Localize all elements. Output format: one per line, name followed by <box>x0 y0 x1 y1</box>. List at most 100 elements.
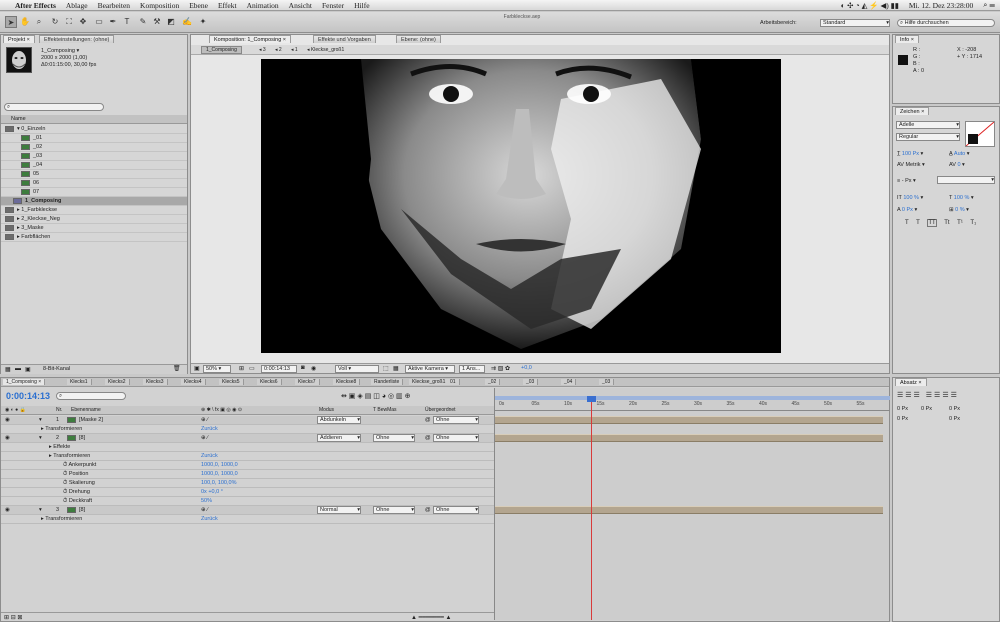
transparency-grid-icon[interactable]: ▦ <box>393 365 399 372</box>
grid-icon[interactable]: ⊞ <box>239 365 244 372</box>
vertical-scale-field[interactable]: IT 100 % ▾ <box>897 195 923 201</box>
layer-name[interactable]: [8] <box>79 435 85 441</box>
timeline-current-time[interactable]: 0:00:14:13 <box>6 391 50 401</box>
tab-absatz[interactable]: Absatz × <box>895 378 927 386</box>
property-row[interactable]: ▸ Transformieren Zurück <box>1 425 494 434</box>
menu-effekt[interactable]: Effekt <box>213 1 242 10</box>
tab-ebene[interactable]: Ebene: (ohne) <box>396 35 441 43</box>
breadcrumb-item[interactable]: ◂ Kleckse_groß1 <box>307 47 344 53</box>
current-time-indicator[interactable] <box>591 396 592 620</box>
property-row[interactable]: ⏱ Skalierung 100,0, 100,0% <box>1 479 494 488</box>
eraser-tool-icon[interactable]: ◩ <box>165 16 177 28</box>
pan-behind-tool-icon[interactable]: ✥ <box>77 16 89 28</box>
bpc-button[interactable]: 8-Bit-Kanal <box>43 366 70 372</box>
views-select[interactable]: 1 Ans... <box>459 365 485 373</box>
spotlight-icon[interactable]: ⌕ ☰ <box>978 0 1000 10</box>
tab-effect-controls[interactable]: Effekteinstellungen: (ohne) <box>39 35 115 43</box>
toggle-switches-icon[interactable]: ⊞ ⊟ ⊠ <box>4 614 22 621</box>
property-value[interactable]: 0x +0,0 ° <box>201 488 223 497</box>
project-item[interactable]: 06 <box>1 179 187 188</box>
comp-viewer-image[interactable] <box>261 59 781 353</box>
col-layer-name[interactable]: Ebenenname <box>71 406 101 415</box>
stamp-tool-icon[interactable]: ⚒ <box>151 16 163 28</box>
resolution-select[interactable]: Voll ▾ <box>335 365 379 373</box>
tab-effekte-vorgaben[interactable]: Effekte und Vorgaben <box>313 35 376 43</box>
tab-zeichen[interactable]: Zeichen × <box>895 107 930 115</box>
col-parent[interactable]: Übergeordnet <box>425 406 456 415</box>
rect-tool-icon[interactable]: ▭ <box>93 16 105 28</box>
exposure-value[interactable]: +0,0 <box>521 365 532 371</box>
menu-ablage[interactable]: Ablage <box>61 1 93 10</box>
parent-pickwhip-icon[interactable]: @ <box>425 434 431 443</box>
indent-left[interactable]: 0 Px <box>897 406 908 412</box>
new-comp-icon[interactable]: ▣ <box>25 366 31 373</box>
interpret-icon[interactable]: ▦ <box>5 366 11 373</box>
kerning-field[interactable]: AV Metrik ▾ <box>897 162 925 168</box>
stroke-width-field[interactable]: ≡ - Px ▾ <box>897 178 916 184</box>
font-family-select[interactable]: Adelle ▾ <box>896 121 960 129</box>
tsume-field[interactable]: ⊞ 0 % ▾ <box>949 207 969 213</box>
project-item[interactable]: _02 <box>1 143 187 152</box>
camera-select[interactable]: Aktive Kamera ▾ <box>405 365 455 373</box>
timeline-tab[interactable]: Randerliste <box>371 379 404 385</box>
roi-icon[interactable]: ⬚ <box>383 365 389 372</box>
trash-icon[interactable]: 🗑 <box>173 365 181 372</box>
tracking-field[interactable]: AV 0 ▾ <box>949 162 965 168</box>
layer-row[interactable]: ◉ ▾ 1 [Maske 2] ⊕ ∕ Abdunkeln ▾ @ Ohne ▾ <box>1 416 494 425</box>
rotate-tool-icon[interactable]: ↻ <box>49 16 61 28</box>
align-buttons[interactable]: ☰☰☰ ☰☰☰☰ <box>897 391 959 399</box>
brush-tool-icon[interactable]: ✎ <box>137 16 149 28</box>
project-item[interactable]: ▸ Farbflächen <box>1 233 187 242</box>
property-value[interactable]: Zurück <box>201 425 218 434</box>
breadcrumb-item[interactable]: ◂ 2 <box>275 47 282 53</box>
layer-name[interactable]: [Maske 2] <box>79 417 103 423</box>
timeline-search-input[interactable]: ⌕ <box>56 392 126 400</box>
menu-ebene[interactable]: Ebene <box>184 1 213 10</box>
timeline-tab[interactable]: _02 <box>485 379 501 385</box>
layer-switch-icons[interactable]: ⊕ ∕ <box>201 434 208 443</box>
layer-label-color[interactable] <box>67 506 76 513</box>
parent-pickwhip-icon[interactable]: @ <box>425 506 431 515</box>
project-item[interactable]: _04 <box>1 161 187 170</box>
timeline-tab[interactable]: Klecks1 <box>67 379 92 385</box>
tab-projekt[interactable]: Projekt × <box>3 35 35 43</box>
layer-duration-bar[interactable] <box>495 506 883 514</box>
property-value[interactable]: Zurück <box>201 452 218 461</box>
expand-arrow-icon[interactable]: ▾ <box>39 506 42 515</box>
timeline-tab[interactable]: Kleckse8 <box>333 379 361 385</box>
font-style-select[interactable]: Regular ▾ <box>896 133 960 141</box>
property-value[interactable]: 100,0, 100,0% <box>201 479 236 488</box>
breadcrumb-item[interactable]: 1_Composing <box>201 46 242 54</box>
selection-tool-icon[interactable]: ➤ <box>5 16 17 28</box>
trkmat-select[interactable]: Ohne ▾ <box>373 506 415 514</box>
work-area-bar[interactable] <box>495 396 890 400</box>
leading-field[interactable]: A̲ Auto ▾ <box>949 151 970 157</box>
timeline-tab[interactable]: Klecks2 <box>105 379 130 385</box>
timeline-tab[interactable]: Klecks7 <box>295 379 320 385</box>
blend-mode-select[interactable]: Abdunkeln ▾ <box>317 416 361 424</box>
menu-hilfe[interactable]: Hilfe <box>349 1 374 10</box>
timeline-tab[interactable]: 1_Composing × <box>3 379 46 385</box>
menu-animation[interactable]: Animation <box>242 1 284 10</box>
menubar-clock[interactable]: Mi. 12. Dez 23:28:00 <box>904 1 978 10</box>
visibility-icon[interactable]: ◉ <box>5 506 10 515</box>
menu-fenster[interactable]: Fenster <box>317 1 349 10</box>
app-menu[interactable]: After Effects <box>10 1 61 10</box>
property-value[interactable]: 1000,0, 1000,0 <box>201 470 238 479</box>
project-item[interactable]: 05 <box>1 170 187 179</box>
visibility-icon[interactable]: ◉ <box>5 416 10 425</box>
project-item[interactable]: ▸ 1_Farbkleckse <box>1 206 187 215</box>
indent-right[interactable]: 0 Px <box>949 406 960 412</box>
parent-select[interactable]: Ohne ▾ <box>433 506 479 514</box>
property-value[interactable]: 1000,0, 1000,0 <box>201 461 238 470</box>
timeline-switch-icons[interactable]: ⇹ ▣ ◈ ▤ ◫ ◕ ◎ ▥ ⊕ <box>341 392 410 400</box>
timeline-tab[interactable]: _03 <box>599 379 615 385</box>
project-item[interactable]: 1_Composing <box>1 197 187 206</box>
property-row[interactable]: ▸ Transformieren Zurück <box>1 515 494 524</box>
baseline-shift-field[interactable]: A 0 Px ▾ <box>897 207 917 213</box>
col-switches[interactable]: ⊕ ✱ \ fx ▣ ◎ ◉ ⊙ <box>201 406 242 415</box>
channel-icon[interactable]: ◉ <box>311 365 316 372</box>
property-row[interactable]: ▸ Effekte <box>1 443 494 452</box>
layer-name[interactable]: [8] <box>79 507 85 513</box>
time-ruler[interactable]: 0s 05s 10s 15s 20s 25s 30s 35s 40s 45s 50s 55s <box>495 401 890 411</box>
